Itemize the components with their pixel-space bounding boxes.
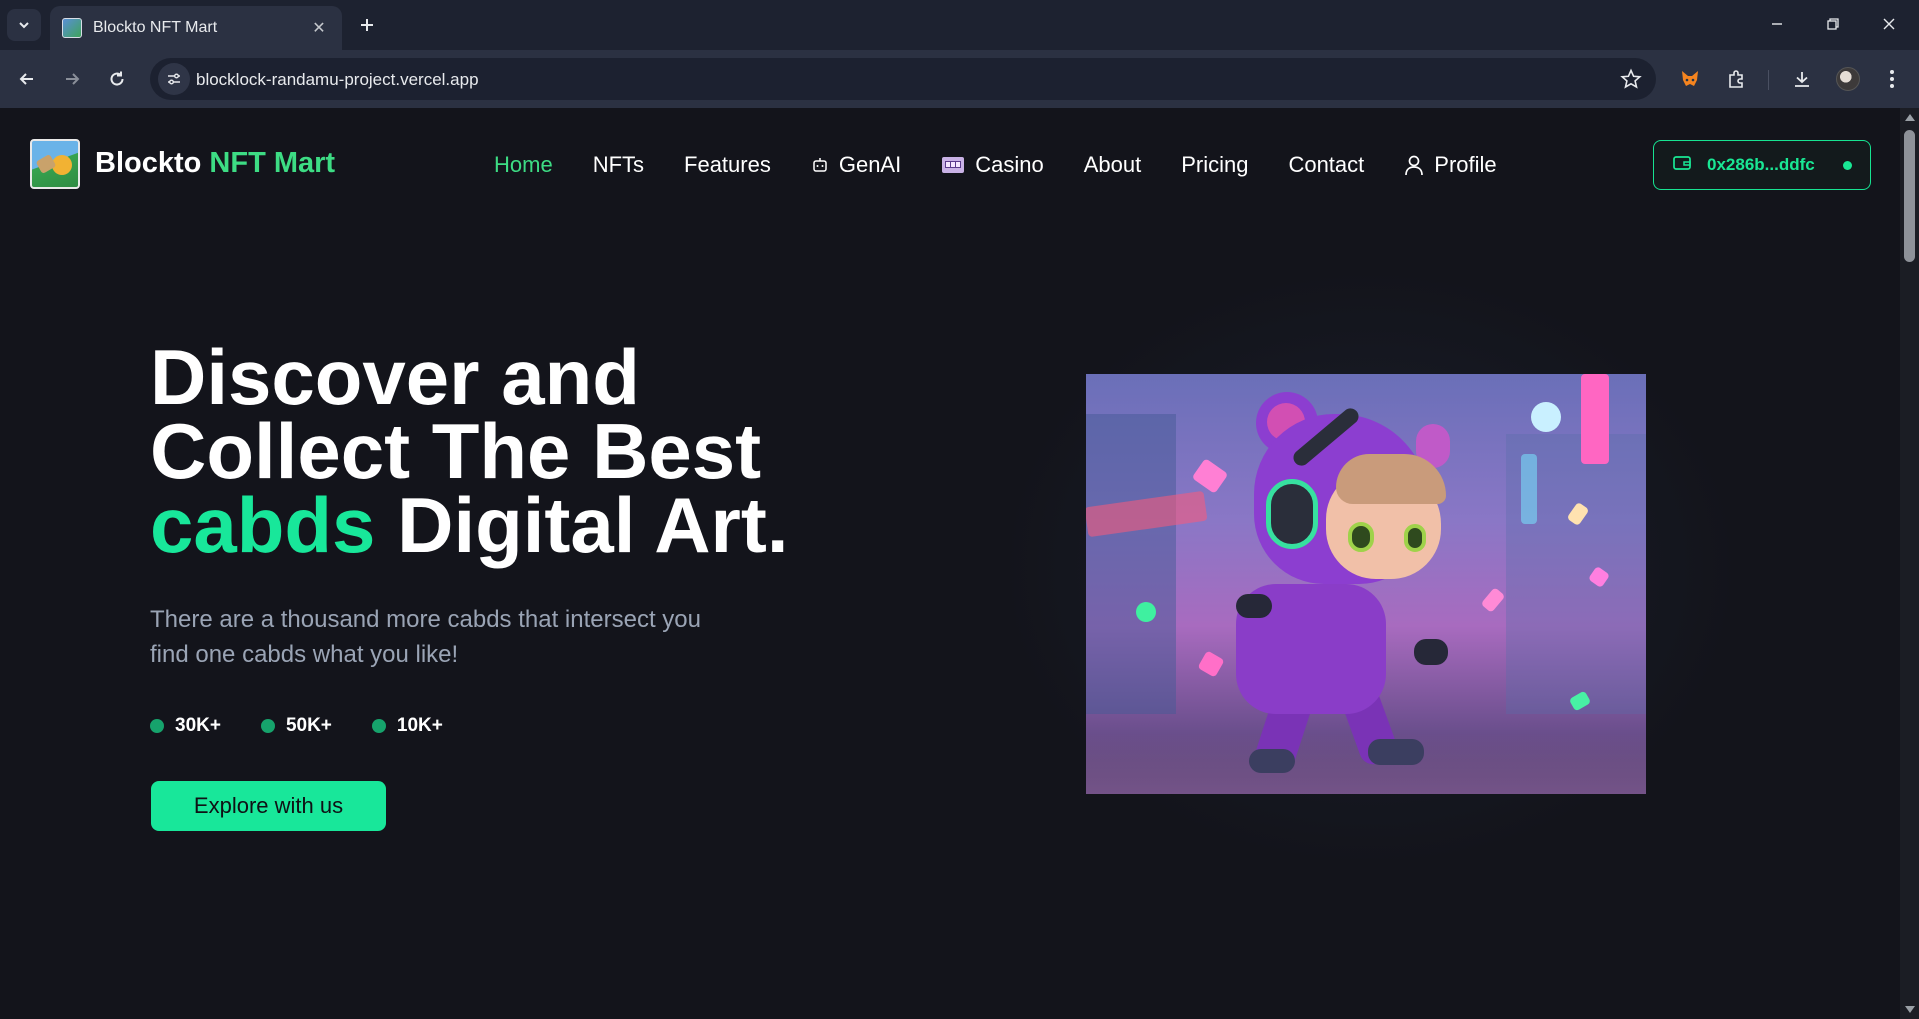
page-scrollbar[interactable]	[1900, 108, 1919, 1019]
stat-value: 50K+	[285, 715, 332, 736]
nav-nfts[interactable]: NFTs	[593, 152, 644, 178]
profile-avatar-icon[interactable]	[1832, 63, 1864, 95]
headphones-illustration	[1266, 479, 1318, 549]
plus-icon	[361, 19, 373, 31]
chevron-down-icon	[19, 22, 29, 29]
brand-accent: NFT Mart	[209, 147, 336, 179]
hero-title: Discover and Collect The Best cabds Digi…	[150, 338, 789, 564]
nav-casino[interactable]: Casino	[941, 152, 1044, 178]
minimize-icon	[1772, 23, 1782, 25]
address-bar[interactable]: blocklock-randamu-project.vercel.app	[150, 58, 1656, 100]
url-text: blocklock-randamu-project.vercel.app	[196, 70, 479, 89]
nav-pricing[interactable]: Pricing	[1181, 152, 1248, 178]
menu-kebab-icon[interactable]	[1876, 63, 1908, 95]
tab-search-button[interactable]	[7, 9, 41, 41]
reload-button[interactable]	[101, 63, 133, 95]
toolbar-divider	[1768, 70, 1769, 90]
nav-about[interactable]: About	[1084, 152, 1142, 178]
scroll-down-arrow-icon[interactable]	[1905, 1006, 1915, 1013]
tab-title: Blockto NFT Mart	[93, 19, 218, 36]
stat-dot-icon	[371, 719, 386, 733]
site-favicon-icon	[62, 18, 82, 38]
wallet-status-dot	[1843, 160, 1852, 170]
site-info-button[interactable]	[158, 63, 190, 95]
stat-item: 30K+	[150, 715, 221, 737]
hero-stats: 30K+ 50K+ 10K+	[150, 715, 483, 737]
hero-subtitle: There are a thousand more cabds that int…	[150, 606, 701, 668]
bookmark-star-icon[interactable]	[1620, 68, 1642, 95]
browser-tab[interactable]: Blockto NFT Mart ✕	[50, 6, 342, 50]
stat-item: 50K+	[260, 715, 332, 737]
minimize-button[interactable]	[1752, 8, 1802, 40]
nav-genai[interactable]: GenAI	[811, 152, 901, 178]
brand-main: Blockto	[95, 147, 202, 179]
slot-machine-icon	[941, 155, 965, 175]
new-tab-button[interactable]	[352, 10, 382, 40]
extensions-puzzle-icon[interactable]	[1720, 63, 1752, 95]
brand-name[interactable]: Blockto NFT Mart	[95, 147, 335, 180]
nav-home[interactable]: Home	[494, 152, 553, 178]
forward-button[interactable]	[56, 63, 88, 95]
browser-toolbar: blocklock-randamu-project.vercel.app	[0, 50, 1919, 108]
hero-title-line3: Digital Art.	[397, 481, 789, 569]
close-window-button[interactable]	[1864, 8, 1914, 40]
hero-nft-image	[1086, 374, 1646, 794]
stat-dot-icon	[260, 719, 275, 733]
tune-icon	[168, 73, 180, 85]
close-tab-icon[interactable]: ✕	[308, 18, 330, 38]
stat-dot-icon	[150, 719, 164, 733]
restore-button[interactable]	[1808, 8, 1858, 40]
stat-item: 10K+	[371, 715, 443, 737]
nav-profile[interactable]: Profile	[1404, 152, 1497, 178]
metamask-extension-icon[interactable]	[1674, 63, 1706, 95]
hero-title-accent: cabds	[150, 481, 376, 569]
wallet-address: 0x286b...ddfc	[1707, 155, 1815, 174]
back-button[interactable]	[11, 63, 43, 95]
stat-value: 10K+	[396, 715, 443, 736]
restore-icon	[1827, 18, 1839, 30]
scroll-thumb[interactable]	[1904, 130, 1915, 262]
robot-icon	[811, 156, 829, 174]
explore-button[interactable]: Explore with us	[151, 781, 386, 831]
site-logo[interactable]	[30, 139, 80, 189]
close-icon	[1883, 18, 1895, 30]
forward-arrow-icon	[66, 73, 80, 85]
wallet-button[interactable]: 0x286b...ddfc	[1653, 140, 1871, 190]
scroll-up-arrow-icon[interactable]	[1905, 114, 1915, 121]
user-icon	[1404, 154, 1424, 176]
nav-features[interactable]: Features	[684, 152, 771, 178]
stat-value: 30K+	[175, 715, 221, 736]
wallet-icon	[1672, 154, 1692, 177]
nav-contact[interactable]: Contact	[1288, 152, 1364, 178]
back-arrow-icon	[19, 73, 33, 85]
browser-tabstrip: Blockto NFT Mart ✕	[0, 0, 1919, 50]
downloads-icon[interactable]	[1786, 63, 1818, 95]
main-nav: Home NFTs Features GenAI Casino About Pr…	[494, 152, 1537, 178]
reload-icon	[110, 71, 124, 86]
web-page: Blockto NFT Mart Home NFTs Features GenA…	[0, 108, 1900, 1019]
